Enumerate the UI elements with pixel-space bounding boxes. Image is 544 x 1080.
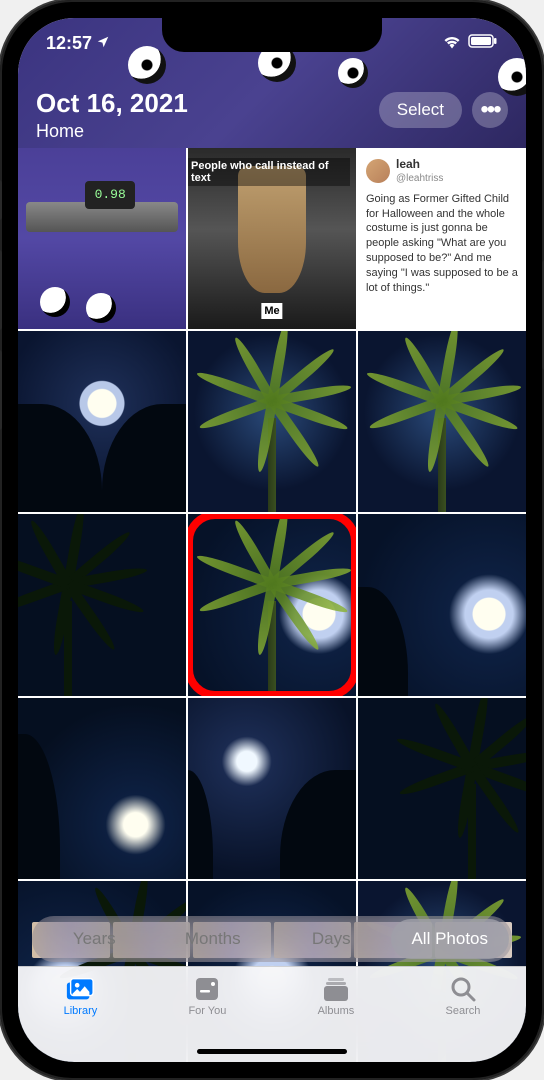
page-title: Oct 16, 2021 xyxy=(36,88,188,119)
foryou-icon xyxy=(192,975,222,1003)
photo-thumbnail[interactable] xyxy=(358,698,526,879)
photo-thumbnail[interactable] xyxy=(188,331,356,512)
segment-days[interactable]: Days xyxy=(272,919,391,959)
tab-label: Library xyxy=(64,1005,98,1017)
home-indicator[interactable] xyxy=(197,1049,347,1054)
volume-down-button xyxy=(0,350,2,430)
caliper-readout: 0.98 xyxy=(85,181,135,209)
tweet-handle: @leahtriss xyxy=(396,172,443,186)
library-icon xyxy=(65,975,95,1003)
photo-thumbnail[interactable] xyxy=(188,514,356,695)
status-indicators xyxy=(442,33,498,54)
photo-thumbnail[interactable] xyxy=(18,331,186,512)
tab-bar: Library For You Albums Search xyxy=(18,966,526,1062)
photo-thumbnail[interactable] xyxy=(358,514,526,695)
battery-icon xyxy=(468,34,498,53)
view-segment-control[interactable]: Years Months Days All Photos xyxy=(32,916,512,962)
status-time: 12:57 xyxy=(46,33,110,54)
clock-label: 12:57 xyxy=(46,33,92,54)
volume-up-button xyxy=(0,250,2,330)
select-button[interactable]: Select xyxy=(379,92,462,128)
albums-icon xyxy=(321,975,351,1003)
photo-thumbnail[interactable] xyxy=(18,698,186,879)
tab-label: Albums xyxy=(318,1005,355,1017)
photo-thumbnail[interactable]: People who call instead of text Me xyxy=(188,148,356,329)
photo-thumbnail[interactable] xyxy=(18,514,186,695)
photo-thumbnail[interactable]: leah @leahtriss Going as Former Gifted C… xyxy=(358,148,526,329)
meme-bottom-text: Me xyxy=(261,303,282,319)
tweet-body: Going as Former Gifted Child for Hallowe… xyxy=(366,192,518,296)
photo-thumbnail[interactable]: 0.98 xyxy=(18,148,186,329)
search-icon xyxy=(448,975,478,1003)
segment-all-photos[interactable]: All Photos xyxy=(391,919,510,959)
phone-frame: 12:57 xyxy=(0,0,544,1080)
more-button[interactable]: ••• xyxy=(472,92,508,128)
ellipsis-icon: ••• xyxy=(480,98,499,122)
tweet-author: leah xyxy=(396,156,443,172)
breadcrumb[interactable]: Home xyxy=(36,121,188,142)
meme-top-text: People who call instead of text xyxy=(188,158,350,186)
segment-years[interactable]: Years xyxy=(35,919,154,959)
tab-library[interactable]: Library xyxy=(64,975,98,1062)
segment-months[interactable]: Months xyxy=(154,919,273,959)
screen: 12:57 xyxy=(18,18,526,1062)
tab-label: For You xyxy=(188,1005,226,1017)
mute-switch xyxy=(0,180,2,220)
photo-thumbnail[interactable] xyxy=(358,331,526,512)
avatar xyxy=(366,159,390,183)
tab-search[interactable]: Search xyxy=(446,975,481,1062)
wifi-icon xyxy=(442,33,462,54)
notch xyxy=(162,18,382,52)
tab-label: Search xyxy=(446,1005,481,1017)
photo-thumbnail[interactable] xyxy=(188,698,356,879)
location-arrow-icon xyxy=(96,33,110,54)
